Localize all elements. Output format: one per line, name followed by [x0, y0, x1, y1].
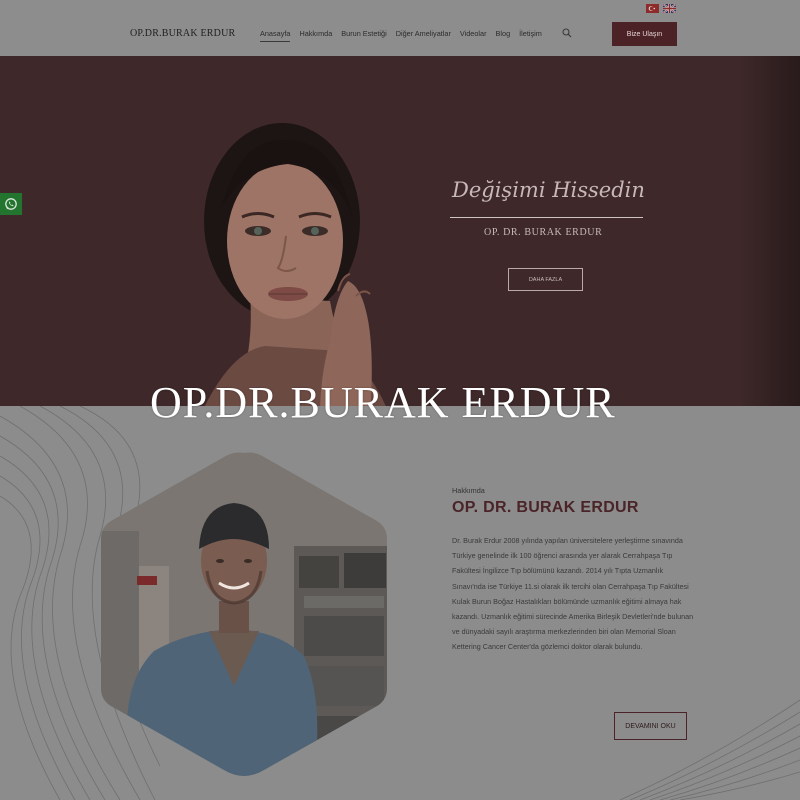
main-nav: Anasayfa Hakkımda Burun Estetiği Diğer A… — [260, 29, 542, 42]
nav-item-anasayfa[interactable]: Anasayfa — [260, 29, 291, 42]
nav-item-iletisim[interactable]: İletişim — [519, 29, 542, 42]
hero-script-title: Değişimi Hissedin — [452, 178, 645, 202]
doctor-photo — [101, 452, 387, 776]
about-kicker: Hakkımda — [452, 486, 485, 495]
more-button[interactable]: DAHA FAZLA — [508, 268, 583, 291]
hero-section: Değişimi Hissedin OP. DR. BURAK ERDUR DA… — [0, 56, 800, 406]
nav-item-burun-estetigi[interactable]: Burun Estetiği — [341, 29, 386, 42]
read-more-button[interactable]: DEVAMINI OKU — [614, 712, 687, 740]
about-section: Hakkımda OP. DR. BURAK ERDUR Dr. Burak E… — [0, 406, 800, 800]
language-switcher — [646, 4, 676, 13]
nav-item-blog[interactable]: Blog — [496, 29, 511, 42]
nav-item-hakkimda[interactable]: Hakkımda — [299, 29, 332, 42]
site-header: OP.DR.BURAK ERDUR Anasayfa Hakkımda Buru… — [0, 0, 800, 56]
hero-portrait-image — [204, 123, 386, 406]
en-flag-icon[interactable] — [663, 4, 676, 13]
tr-flag-icon[interactable] — [646, 4, 659, 13]
hero-subtitle: OP. DR. BURAK ERDUR — [484, 227, 603, 238]
nav-item-diger-ameliyatlar[interactable]: Diğer Ameliyatlar — [396, 29, 451, 42]
search-icon[interactable] — [562, 28, 572, 38]
whatsapp-icon — [5, 198, 17, 210]
nav-item-videolar[interactable]: Videolar — [460, 29, 487, 42]
hero-big-title: OP.DR.BURAK ERDUR — [150, 378, 616, 427]
contact-button[interactable]: Bize Ulaşın — [612, 22, 677, 46]
about-paragraph: Dr. Burak Erdur 2008 yılında yapılan üni… — [452, 536, 694, 652]
hero-divider — [450, 217, 643, 218]
site-logo[interactable]: OP.DR.BURAK ERDUR — [130, 28, 235, 39]
whatsapp-button[interactable] — [0, 193, 22, 215]
about-title: OP. DR. BURAK ERDUR — [452, 499, 639, 516]
decorative-waves-right — [620, 699, 800, 800]
